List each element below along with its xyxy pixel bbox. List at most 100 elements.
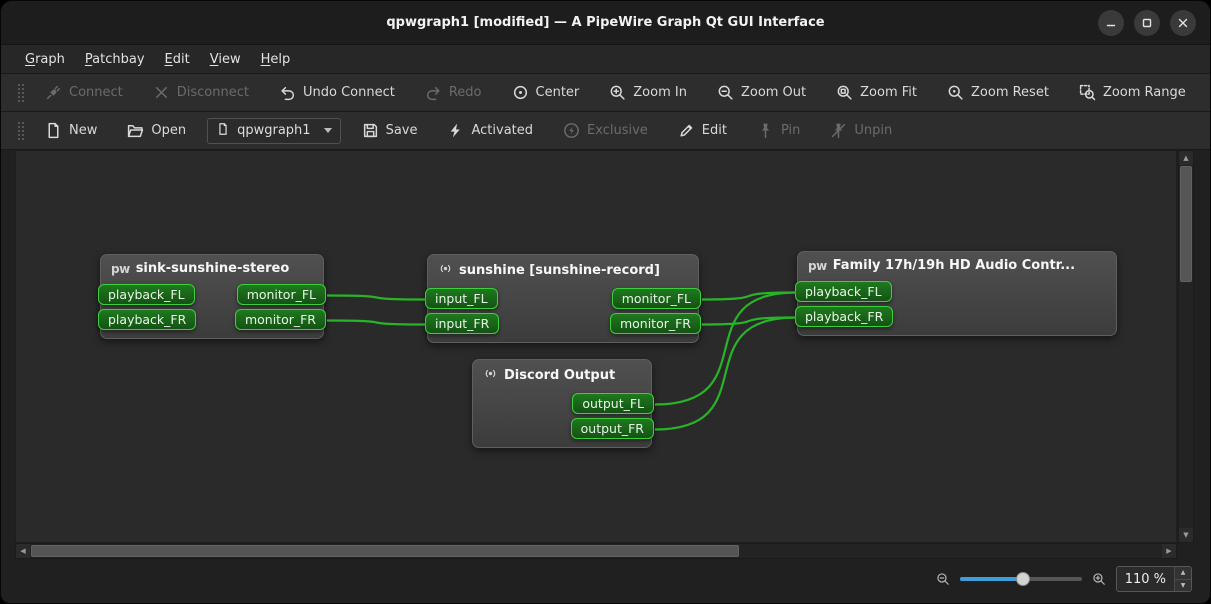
- scroll-up-button[interactable]: ▲: [1179, 151, 1193, 165]
- redo-icon: [425, 84, 442, 101]
- node-title: sunshine [sunshine-record]: [436, 261, 690, 280]
- save-icon: [362, 122, 379, 139]
- hscroll-handle[interactable]: [31, 545, 739, 557]
- zoom-out-button[interactable]: Zoom Out: [708, 79, 815, 106]
- port-output-fr[interactable]: output_FR: [571, 418, 654, 439]
- window-controls: [1098, 10, 1196, 36]
- zoom-value: 110 %: [1117, 567, 1174, 591]
- broadcast-icon: [483, 366, 498, 385]
- node-sunshine[interactable]: sunshine [sunshine-record] input_FL moni…: [427, 254, 699, 343]
- scrollbar-corner: [1178, 543, 1194, 559]
- open-button[interactable]: Open: [118, 117, 195, 144]
- pin-icon: [757, 122, 774, 139]
- zoom-spin-up-button[interactable]: ▲: [1175, 567, 1191, 579]
- maximize-icon: [1141, 17, 1153, 29]
- port-monitor-fl[interactable]: monitor_FL: [612, 288, 701, 309]
- pipewire-icon: pw: [111, 262, 130, 276]
- zoom-range-button[interactable]: Zoom Range: [1070, 79, 1195, 106]
- port-playback-fl[interactable]: playback_FL: [795, 281, 892, 302]
- close-button[interactable]: [1170, 10, 1196, 36]
- profile-value: qpwgraph1: [237, 123, 310, 138]
- menu-graph[interactable]: Graph: [15, 45, 75, 73]
- statusbar: 110 % ▲ ▼: [1, 559, 1210, 603]
- menu-help[interactable]: Help: [251, 45, 301, 73]
- menubar: Graph Patchbay Edit View Help: [1, 45, 1210, 74]
- unpin-icon: [830, 122, 847, 139]
- port-monitor-fr[interactable]: monitor_FR: [235, 309, 326, 330]
- patchbay-profile-combobox[interactable]: qpwgraph1: [207, 118, 340, 144]
- zoom-in-small-icon[interactable]: [1092, 572, 1106, 586]
- app-window: qpwgraph1 [modified] — A PipeWire Graph …: [0, 0, 1211, 604]
- save-button[interactable]: Save: [353, 117, 427, 144]
- connections-layer: [16, 151, 1176, 542]
- zoom-in-icon: [609, 84, 626, 101]
- maximize-button[interactable]: [1134, 10, 1160, 36]
- port-monitor-fr[interactable]: monitor_FR: [610, 313, 701, 334]
- main-area: pw sink-sunshine-stereo playback_FL moni…: [15, 150, 1194, 559]
- zoom-slider[interactable]: [960, 572, 1082, 586]
- hscroll-track[interactable]: [30, 544, 1162, 558]
- center-button[interactable]: Center: [503, 79, 589, 106]
- new-button[interactable]: New: [36, 117, 106, 144]
- disconnect-icon: [153, 84, 170, 101]
- node-title: Discord Output: [481, 366, 643, 385]
- connect-button[interactable]: Connect: [36, 79, 132, 106]
- menu-view[interactable]: View: [200, 45, 251, 73]
- toolbar-grip[interactable]: [17, 120, 24, 142]
- center-icon: [512, 84, 529, 101]
- minimize-button[interactable]: [1098, 10, 1124, 36]
- close-icon: [1177, 17, 1189, 29]
- port-monitor-fl[interactable]: monitor_FL: [237, 284, 326, 305]
- activated-button[interactable]: Activated: [438, 117, 542, 144]
- open-folder-icon: [127, 122, 144, 139]
- scroll-left-button[interactable]: ◀: [16, 544, 30, 558]
- toolbar-grip[interactable]: [17, 82, 24, 104]
- redo-button[interactable]: Redo: [416, 79, 491, 106]
- zoom-out-icon: [717, 84, 734, 101]
- port-playback-fr[interactable]: playback_FR: [795, 306, 893, 327]
- unpin-button[interactable]: Unpin: [821, 117, 901, 144]
- vscroll-handle[interactable]: [1180, 166, 1192, 282]
- scroll-right-button[interactable]: ▶: [1162, 544, 1176, 558]
- zoom-reset-icon: [947, 84, 964, 101]
- node-discord-output[interactable]: Discord Output output_FL output_FR: [472, 359, 652, 448]
- edit-button[interactable]: Edit: [669, 117, 736, 144]
- port-input-fl[interactable]: input_FL: [425, 288, 498, 309]
- lightning-icon: [447, 122, 464, 139]
- zoom-in-button[interactable]: Zoom In: [600, 79, 696, 106]
- vertical-scrollbar[interactable]: ▲ ▼: [1178, 150, 1194, 543]
- port-output-fl[interactable]: output_FL: [572, 393, 654, 414]
- exclusive-button[interactable]: Exclusive: [554, 117, 657, 144]
- zoom-spin-down-button[interactable]: ▼: [1175, 579, 1191, 592]
- pin-button[interactable]: Pin: [748, 117, 809, 144]
- scroll-down-button[interactable]: ▼: [1179, 528, 1193, 542]
- menu-edit[interactable]: Edit: [155, 45, 200, 73]
- undo-connect-button[interactable]: Undo Connect: [270, 79, 404, 106]
- node-family-hd-audio[interactable]: pw Family 17h/19h HD Audio Contr... play…: [797, 251, 1117, 336]
- zoom-out-small-icon[interactable]: [936, 572, 950, 586]
- port-playback-fr[interactable]: playback_FR: [98, 309, 196, 330]
- exclusive-icon: [563, 122, 580, 139]
- vscroll-track[interactable]: [1179, 165, 1193, 528]
- zoom-slider-handle[interactable]: [1016, 572, 1030, 586]
- new-file-icon: [45, 122, 62, 139]
- titlebar[interactable]: qpwgraph1 [modified] — A PipeWire Graph …: [1, 1, 1210, 45]
- undo-icon: [279, 84, 296, 101]
- pipewire-icon: pw: [808, 259, 827, 273]
- chevron-down-icon: [324, 128, 332, 133]
- file-icon: [216, 122, 230, 140]
- horizontal-scrollbar[interactable]: ◀ ▶: [15, 543, 1177, 559]
- connect-icon: [45, 84, 62, 101]
- zoom-slider-fill: [960, 577, 1023, 581]
- zoom-reset-button[interactable]: Zoom Reset: [938, 79, 1058, 106]
- menu-patchbay[interactable]: Patchbay: [75, 45, 155, 73]
- zoom-range-icon: [1079, 84, 1096, 101]
- port-input-fr[interactable]: input_FR: [425, 313, 499, 334]
- port-playback-fl[interactable]: playback_FL: [98, 284, 195, 305]
- node-sink-sunshine-stereo[interactable]: pw sink-sunshine-stereo playback_FL moni…: [100, 254, 324, 339]
- window-title: qpwgraph1 [modified] — A PipeWire Graph …: [386, 15, 824, 30]
- zoom-spinbox[interactable]: 110 % ▲ ▼: [1116, 566, 1192, 592]
- graph-canvas[interactable]: pw sink-sunshine-stereo playback_FL moni…: [15, 150, 1177, 543]
- disconnect-button[interactable]: Disconnect: [144, 79, 258, 106]
- zoom-fit-button[interactable]: Zoom Fit: [827, 79, 926, 106]
